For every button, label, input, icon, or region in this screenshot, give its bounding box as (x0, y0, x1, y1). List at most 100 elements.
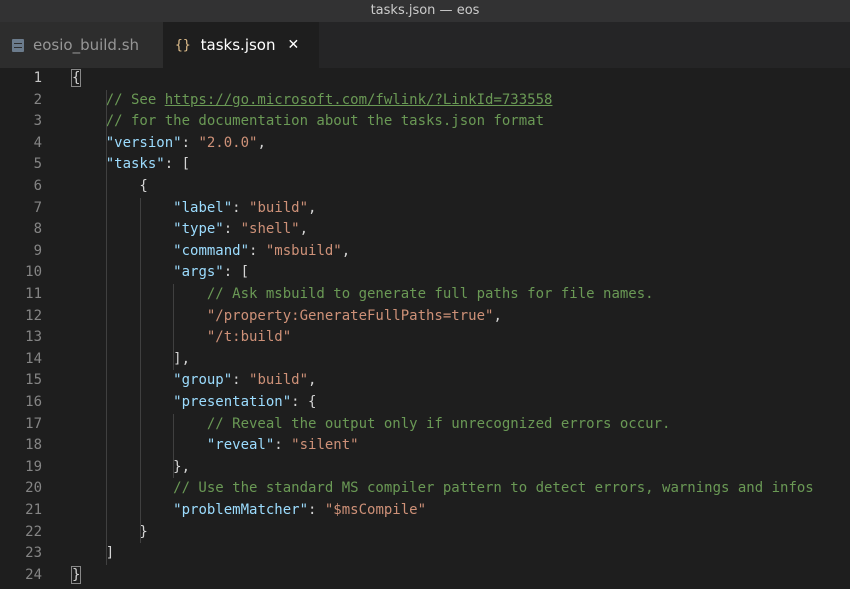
json-braces-icon: {} (175, 37, 191, 53)
code-editor[interactable]: 1{2 // See https://go.microsoft.com/fwli… (0, 68, 850, 589)
code-text: // See https://go.microsoft.com/fwlink/?… (72, 90, 553, 112)
code-token: , (341, 242, 351, 259)
line-number: 2 (33, 91, 42, 108)
code-token: : [ (164, 156, 191, 173)
code-line[interactable]: 22 } (0, 522, 850, 544)
code-line[interactable]: 3 // for the documentation about the tas… (0, 111, 850, 133)
code-token: "2.0.0" (198, 134, 258, 151)
line-number: 19 (25, 458, 42, 475)
code-line[interactable]: 2 // See https://go.microsoft.com/fwlink… (0, 90, 850, 112)
code-line[interactable]: 9 "command": "msbuild", (0, 241, 850, 263)
code-text: "group": "build", (72, 370, 316, 392)
code-token: "$msCompile" (324, 502, 427, 518)
code-line[interactable]: 1{ (0, 68, 850, 90)
code-line[interactable]: 11 // Ask msbuild to generate full paths… (0, 284, 850, 306)
code-text: ] (72, 543, 114, 565)
line-number: 14 (25, 350, 42, 367)
code-line[interactable]: 4 "version": "2.0.0", (0, 133, 850, 155)
code-line[interactable]: 18 "reveal": "silent" (0, 435, 850, 457)
code-token: // Use the standard MS compiler pattern … (72, 480, 814, 497)
code-text: "type": "shell", (72, 219, 308, 241)
code-line[interactable]: 15 "group": "build", (0, 370, 850, 392)
code-token: , (299, 221, 309, 238)
code-line[interactable]: 14 ], (0, 349, 850, 371)
code-text: "/property:GenerateFullPaths=true", (72, 306, 502, 328)
code-token: // Ask msbuild to generate full paths fo… (72, 286, 654, 302)
code-token: "build" (249, 372, 309, 389)
code-token: , (308, 372, 317, 389)
code-text: "tasks": [ (72, 154, 190, 176)
code-token: "args" (173, 264, 224, 281)
code-line[interactable]: 17 // Reveal the output only if unrecogn… (0, 414, 850, 436)
code-line[interactable]: 16 "presentation": { (0, 392, 850, 414)
code-token: "presentation" (173, 394, 292, 410)
code-token: ], (72, 350, 191, 367)
code-text: } (72, 522, 147, 544)
code-token: : (232, 199, 250, 216)
code-text: // Ask msbuild to generate full paths fo… (72, 284, 654, 306)
code-token: "tasks" (105, 156, 165, 173)
code-token: { (72, 178, 148, 194)
code-text: { (72, 176, 148, 198)
line-number: 6 (33, 178, 42, 194)
code-token: "/t:build" (206, 329, 292, 346)
line-number: 5 (33, 156, 42, 173)
tab-label: eosio_build.sh (33, 36, 140, 54)
code-text: { (70, 68, 82, 90)
code-token: "/property:GenerateFullPaths=true" (206, 307, 494, 324)
code-token: : (308, 502, 325, 518)
code-token: "shell" (240, 221, 300, 238)
code-line[interactable]: 23 ] (0, 543, 850, 565)
code-token: "silent" (291, 437, 359, 454)
line-number: 22 (25, 523, 42, 540)
code-line[interactable]: 7 "label": "build", (0, 198, 850, 220)
line-number: 11 (25, 286, 42, 302)
code-token: }, (72, 458, 191, 475)
code-text: "version": "2.0.0", (72, 133, 266, 155)
code-token: , (257, 134, 266, 151)
code-text: "presentation": { (72, 392, 316, 414)
code-line[interactable]: 10 "args": [ (0, 262, 850, 284)
code-line[interactable]: 24} (0, 565, 850, 587)
line-number: 12 (25, 307, 42, 324)
line-number: 15 (25, 372, 42, 389)
code-text: "command": "msbuild", (72, 241, 350, 263)
line-number: 9 (33, 242, 42, 259)
code-text: // Use the standard MS compiler pattern … (72, 478, 814, 500)
code-line[interactable]: 12 "/property:GenerateFullPaths=true", (0, 306, 850, 328)
tab-tasks-json[interactable]: {} tasks.json ✕ (163, 22, 319, 68)
code-text: }, (72, 457, 190, 479)
line-number: 24 (25, 566, 42, 583)
close-tab-icon[interactable]: ✕ (287, 37, 299, 53)
code-line[interactable]: 5 "tasks": [ (0, 154, 850, 176)
code-token: ] (72, 545, 115, 562)
indent-guide (173, 413, 175, 479)
code-line[interactable]: 21 "problemMatcher": "$msCompile" (0, 500, 850, 522)
code-token: "type" (173, 221, 224, 238)
line-number: 7 (33, 199, 42, 216)
code-text: } (70, 565, 82, 587)
indent-guide (105, 89, 107, 565)
code-token: "problemMatcher" (173, 502, 309, 518)
code-text: "reveal": "silent" (72, 435, 359, 457)
code-line[interactable]: 8 "type": "shell", (0, 219, 850, 241)
tab-eosio-build-sh[interactable]: eosio_build.sh (0, 22, 163, 68)
code-line[interactable]: 6 { (0, 176, 850, 198)
line-number: 1 (33, 70, 42, 86)
code-line[interactable]: 20 // Use the standard MS compiler patte… (0, 478, 850, 500)
code-token: , (493, 307, 502, 324)
code-line[interactable]: 19 }, (0, 457, 850, 479)
code-line[interactable]: 13 "/t:build" (0, 327, 850, 349)
code-token: // for the documentation about the tasks… (72, 113, 545, 130)
shell-file-icon (12, 38, 24, 52)
code-token: : { (291, 394, 317, 410)
code-token: : (232, 372, 250, 389)
code-token: "reveal" (206, 437, 275, 454)
code-text: "problemMatcher": "$msCompile" (72, 500, 426, 522)
code-token: } (70, 565, 82, 584)
tab-label: tasks.json (200, 36, 276, 54)
